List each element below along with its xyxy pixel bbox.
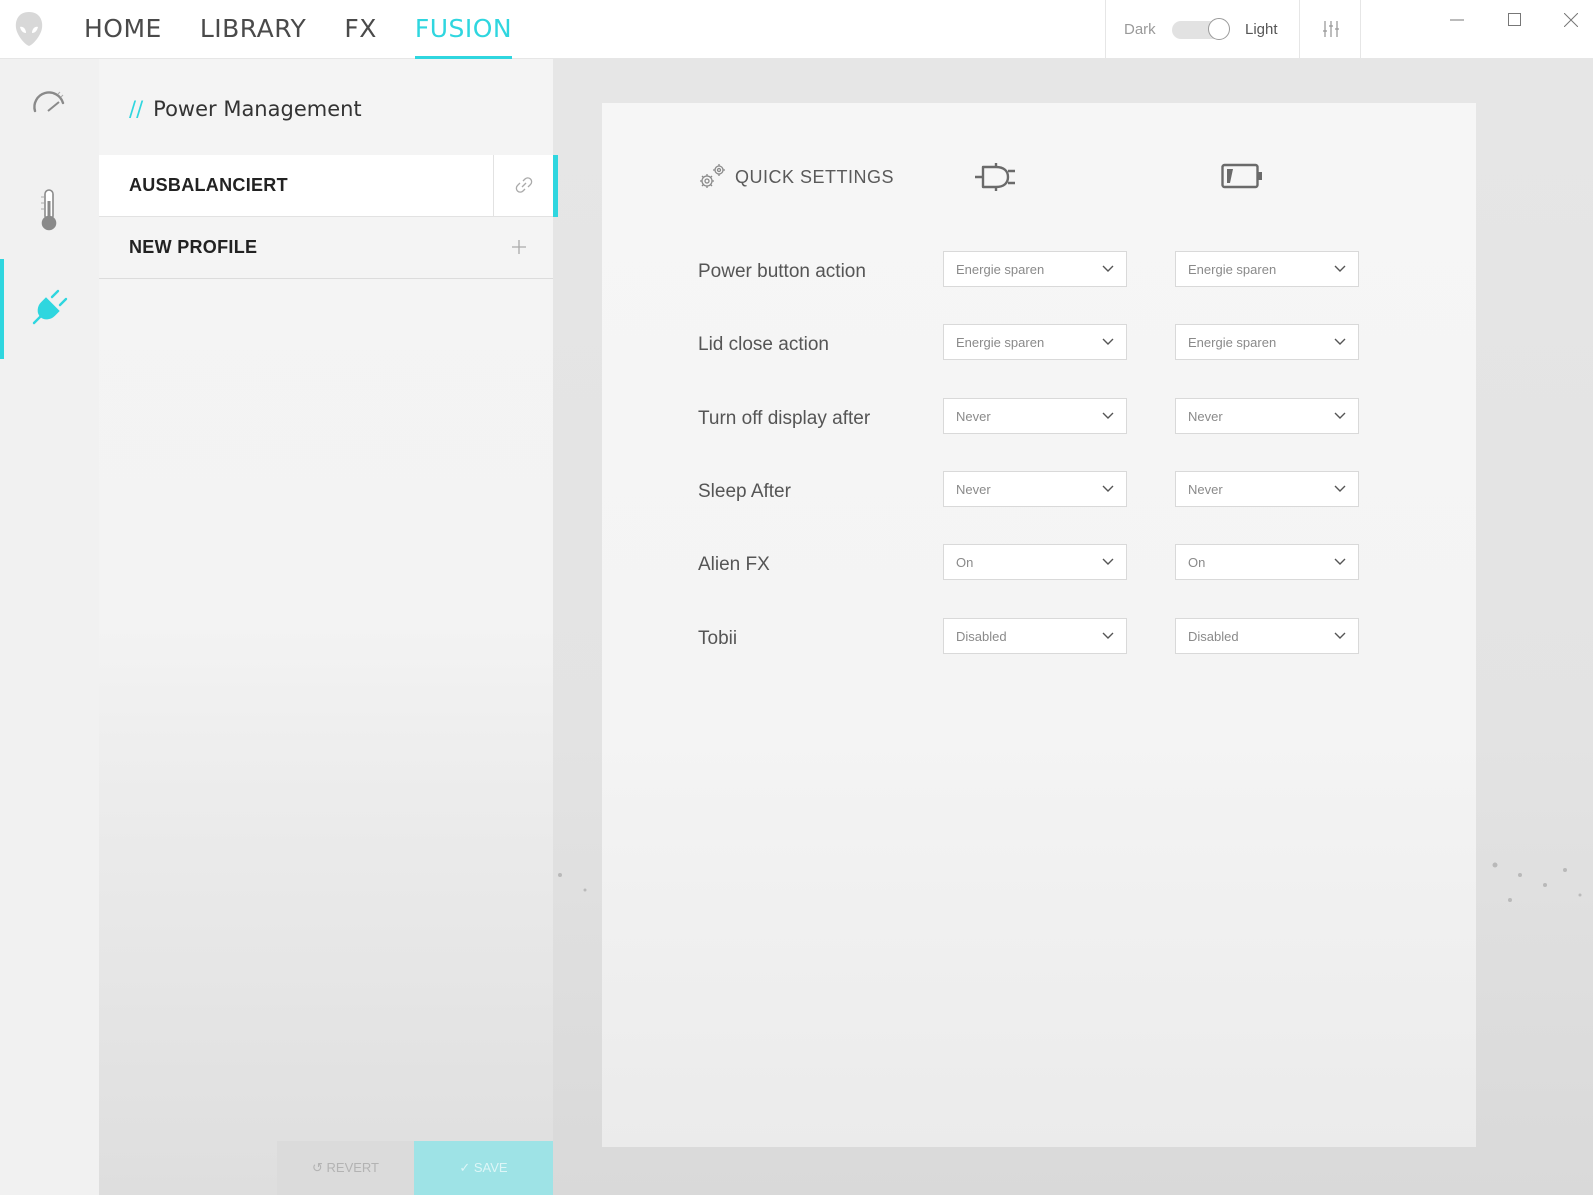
chevron-down-icon [1334,412,1346,419]
rail-item-power[interactable] [0,259,99,359]
link-icon [515,177,533,193]
sleep-after-ac-select[interactable]: Never [943,471,1127,507]
select-value: Never [956,409,991,424]
quick-settings-card: QUICK SETTINGS Power button action Energ… [602,103,1476,1147]
select-value: On [1188,555,1206,570]
alien-fx-ac-select[interactable]: On [943,544,1127,580]
maximize-button[interactable] [1495,6,1535,34]
sleep-after-battery-select[interactable]: Never [1175,471,1359,507]
chevron-down-icon [1334,558,1346,565]
minimize-button[interactable] [1437,6,1477,34]
select-value: Energie sparen [1188,335,1277,350]
chevron-down-icon [1334,485,1346,492]
tab-fx[interactable]: FX [344,0,377,59]
gears-icon [700,164,725,188]
select-value: On [956,555,974,570]
minimize-icon [1450,19,1464,21]
theme-dark-label: Dark [1124,21,1156,38]
tab-home[interactable]: HOME [84,0,162,59]
lid-close-ac-select[interactable]: Energie sparen [943,324,1127,360]
theme-switcher: Dark Light [1105,0,1300,59]
select-value: Disabled [1188,629,1239,644]
power-button-battery-select[interactable]: Energie sparen [1175,251,1359,287]
active-profile-indicator [553,155,558,217]
setting-label-alien-fx: Alien FX [698,554,770,575]
close-icon [1564,13,1578,27]
close-button[interactable] [1551,6,1591,34]
power-button-ac-select[interactable]: Energie sparen [943,251,1127,287]
setting-label-sleep-after: Sleep After [698,481,791,502]
chevron-down-icon [1334,338,1346,345]
tab-library[interactable]: LIBRARY [200,0,306,59]
settings-button[interactable] [1300,0,1361,59]
setting-label-lid-close: Lid close action [698,334,829,355]
panel-title: // Power Management [129,97,362,121]
thermometer-icon [41,189,57,231]
tab-fusion[interactable]: FUSION [414,0,513,59]
chevron-down-icon [1102,338,1114,345]
title-slashes: // [129,97,144,121]
chevron-down-icon [1102,412,1114,419]
display-off-ac-select[interactable]: Never [943,398,1127,434]
toggle-knob [1208,18,1230,40]
panel-title-text: Power Management [153,97,362,121]
chevron-down-icon [1102,485,1114,492]
profile-name: NEW PROFILE [129,237,258,257]
select-value: Never [1188,409,1223,424]
alien-fx-battery-select[interactable]: On [1175,544,1359,580]
chevron-down-icon [1102,558,1114,565]
battery-icon [1221,163,1262,189]
select-value: Disabled [956,629,1007,644]
setting-label-tobii: Tobii [698,628,738,649]
theme-toggle[interactable] [1172,18,1230,40]
rail-item-performance[interactable] [0,63,99,163]
select-value: Energie sparen [956,262,1045,277]
theme-light-label: Light [1245,21,1278,38]
profile-name: AUSBALANCIERT [129,175,288,195]
chevron-down-icon [1334,265,1346,272]
profile-panel: // Power Management AUSBALANCIERT NEW PRO… [99,59,553,1195]
setting-label-power-button: Power button action [698,261,866,282]
select-value: Never [1188,482,1223,497]
chevron-down-icon [1102,632,1114,639]
tobii-battery-select[interactable]: Disabled [1175,618,1359,654]
tobii-ac-select[interactable]: Disabled [943,618,1127,654]
display-off-battery-select[interactable]: Never [1175,398,1359,434]
revert-button[interactable]: ↺ REVERT [277,1141,414,1195]
rail-item-thermal[interactable] [0,159,99,259]
alien-head-icon[interactable] [14,11,44,47]
lid-close-battery-select[interactable]: Energie sparen [1175,324,1359,360]
main-nav: HOME LIBRARY FX FUSION [84,0,550,59]
select-value: Never [956,482,991,497]
left-rail [0,59,99,1195]
select-value: Energie sparen [1188,262,1277,277]
profile-item-new-profile[interactable]: NEW PROFILE [99,217,553,279]
plug-icon [32,289,68,325]
sliders-icon [1323,21,1339,37]
maximize-icon [1508,13,1521,26]
profile-item-ausbalanciert[interactable]: AUSBALANCIERT [99,155,553,217]
power-plug-icon [975,163,1015,191]
speedometer-icon [33,91,65,113]
chevron-down-icon [1102,265,1114,272]
save-button[interactable]: ✓ SAVE [414,1141,553,1195]
chevron-down-icon [1334,632,1346,639]
link-profile-button[interactable] [493,155,553,217]
quick-settings-title: QUICK SETTINGS [735,167,895,187]
plus-icon[interactable] [511,239,527,255]
top-bar: HOME LIBRARY FX FUSION Dark Light [0,0,1593,59]
setting-label-display-off: Turn off display after [698,408,871,429]
select-value: Energie sparen [956,335,1045,350]
